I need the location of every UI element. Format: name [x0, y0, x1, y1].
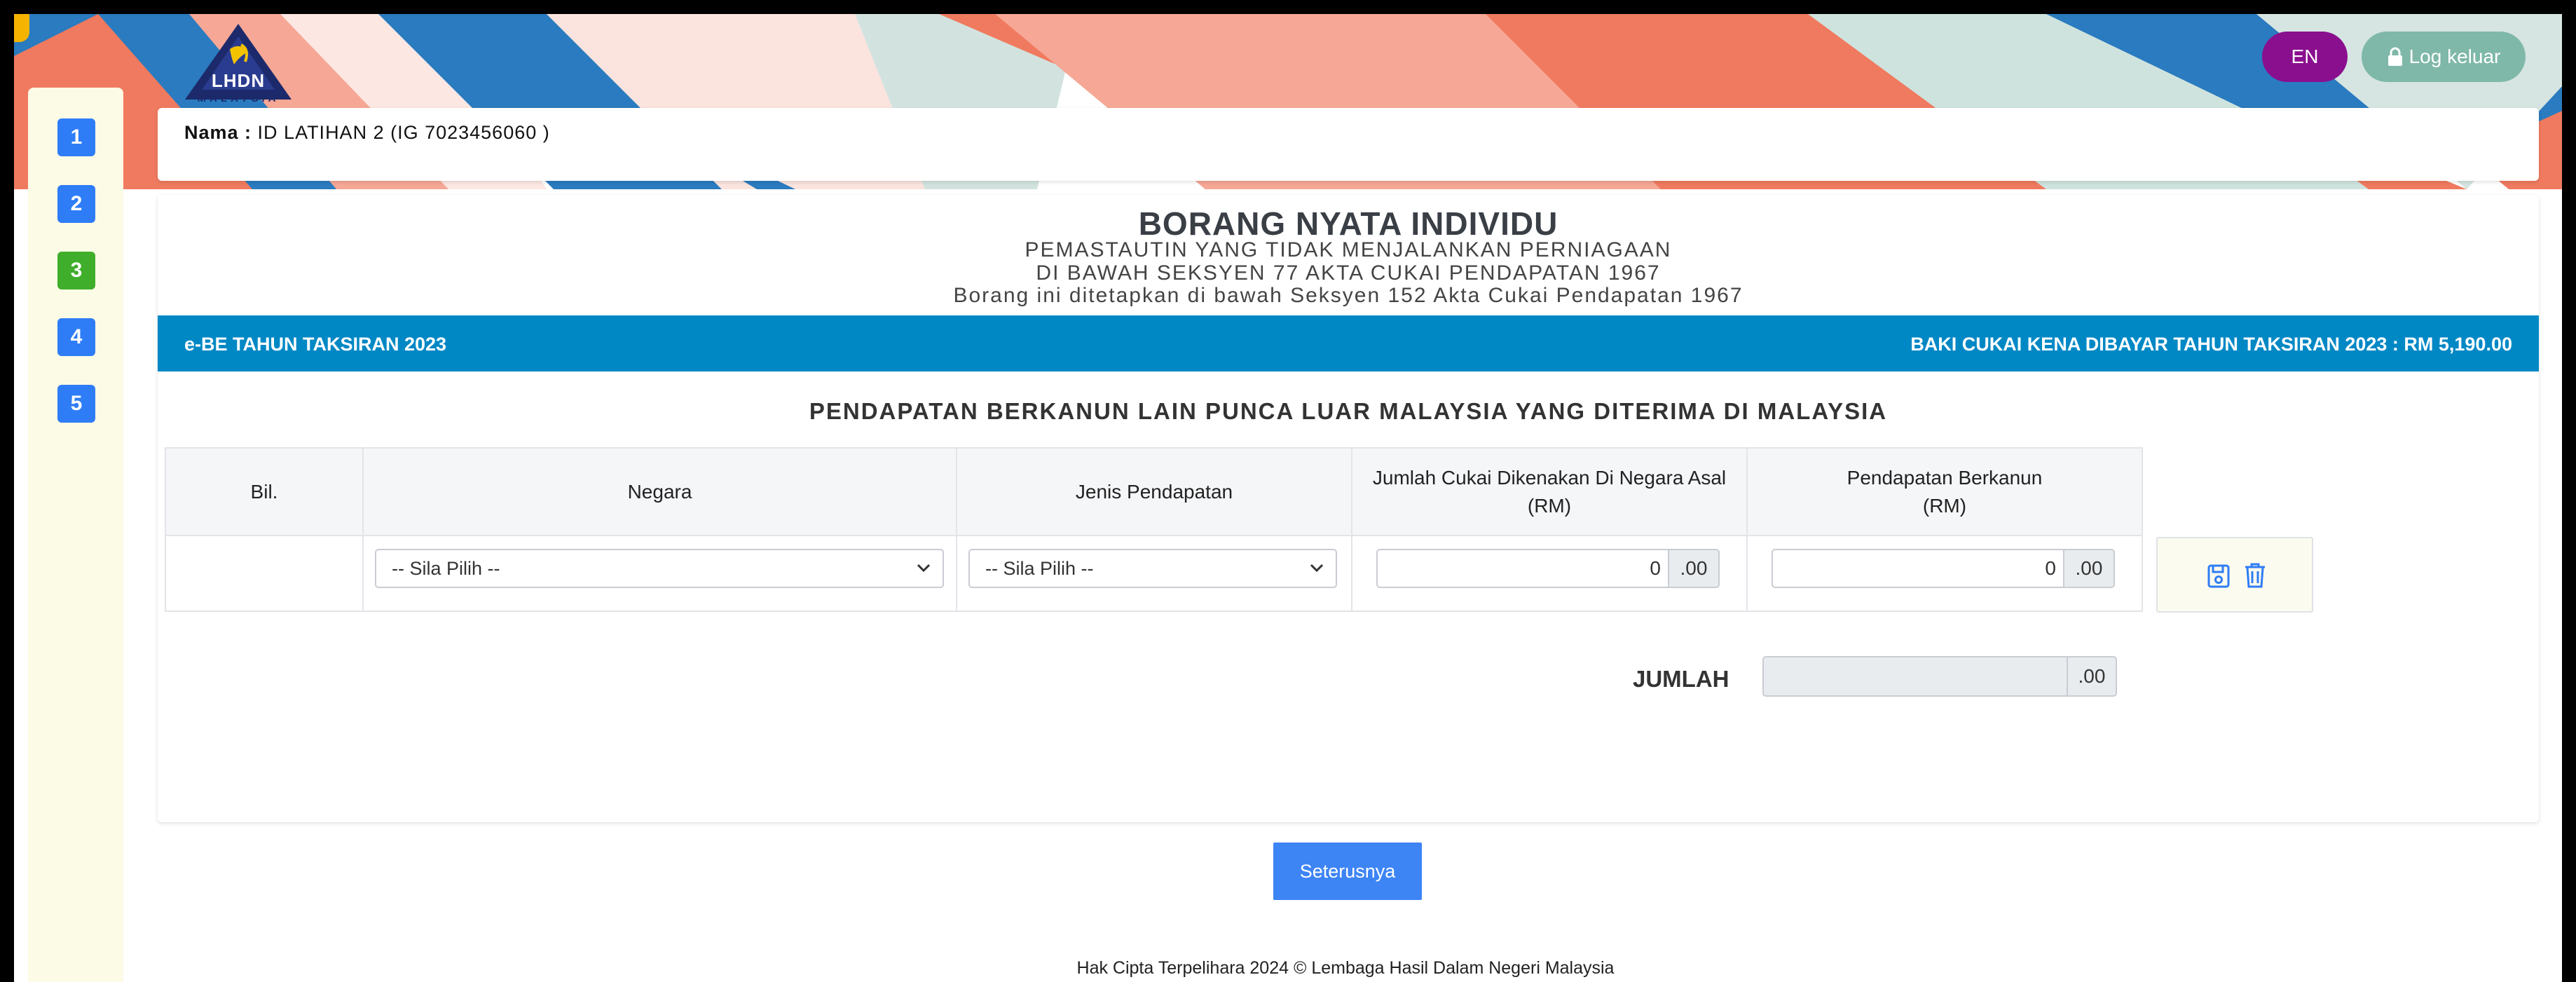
table-header-row: Bil. Negara Jenis Pendapatan Jumlah Cuka…: [165, 447, 2143, 536]
assessment-year-label: e-BE TAHUN TAKSIRAN 2023: [184, 334, 447, 355]
step-3[interactable]: 3: [57, 252, 95, 289]
corner-marker: [14, 14, 29, 42]
col-header-jenis: Jenis Pendapatan: [956, 447, 1352, 536]
cukai-cents: .00: [1669, 549, 1720, 588]
form-card: BORANG NYATA INDIVIDU PEMASTAUTIN YANG T…: [158, 195, 2539, 822]
jenis-select-value: -- Sila Pilih --: [985, 558, 1094, 579]
pendapatan-amount-input[interactable]: 0: [1772, 549, 2064, 588]
step-1[interactable]: 1: [57, 118, 95, 156]
income-table: Bil. Negara Jenis Pendapatan Jumlah Cuka…: [165, 447, 2143, 612]
trash-icon[interactable]: [2243, 562, 2267, 589]
total-input: [1762, 656, 2068, 697]
form-subtitle-1: PEMASTAUTIN YANG TIDAK MENJALANKAN PERNI…: [1025, 238, 1672, 261]
col-header-pendapatan-line1: Pendapatan Berkanun: [1847, 466, 2043, 489]
lock-icon: [2387, 47, 2404, 67]
col-header-negara: Negara: [362, 447, 957, 536]
name-label: Nama :: [184, 122, 252, 143]
col-header-bil: Bil.: [165, 447, 364, 536]
form-subtitle-2: DI BAWAH SEKSYEN 77 AKTA CUKAI PENDAPATA…: [1036, 261, 1661, 285]
jenis-select[interactable]: -- Sila Pilih --: [968, 549, 1337, 588]
footer-copyright: Hak Cipta Terpelihara 2024 © Lembaga Has…: [1076, 958, 1615, 978]
negara-select[interactable]: -- Sila Pilih --: [375, 549, 944, 588]
cukai-amount-input[interactable]: 0: [1376, 549, 1669, 588]
profile-card: Nama : ID LATIHAN 2 (IG 7023456060 ): [158, 108, 2539, 181]
col-header-cukai: Jumlah Cukai Dikenakan Di Negara Asal (R…: [1351, 447, 1748, 536]
col-header-cukai-line2: (RM): [1527, 494, 1572, 517]
pendapatan-amount-group: 0 .00: [1772, 549, 2115, 588]
lhdn-logo: LHDN MALAYSIA: [181, 21, 296, 104]
step-2[interactable]: 2: [57, 185, 95, 223]
next-button[interactable]: Seterusnya: [1273, 843, 1422, 900]
cell-jenis: -- Sila Pilih --: [956, 535, 1352, 612]
chevron-down-icon: [1310, 564, 1324, 573]
logout-button[interactable]: Log keluar: [2362, 32, 2526, 82]
cukai-amount-group: 0 .00: [1376, 549, 1720, 588]
name-value: ID LATIHAN 2 (IG 7023456060 ): [257, 122, 550, 143]
total-group: .00: [1762, 656, 2117, 697]
negara-select-value: -- Sila Pilih --: [392, 558, 500, 579]
name-line: Nama : ID LATIHAN 2 (IG 7023456060 ): [184, 122, 550, 144]
save-icon[interactable]: [2207, 564, 2231, 589]
step-5[interactable]: 5: [57, 385, 95, 423]
section-title: PENDAPATAN BERKANUN LAIN PUNCA LUAR MALA…: [809, 398, 1888, 424]
cell-pendapatan: 0 .00: [1746, 535, 2143, 612]
app-window: LHDN MALAYSIA EN Log keluar 1 2 3 4 5 Na…: [0, 0, 2576, 982]
form-subtitle-3: Borang ini ditetapkan di bawah Seksyen 1…: [953, 284, 1743, 307]
logo-text: LHDN: [211, 70, 266, 91]
logo-subtext: MALAYSIA: [197, 93, 280, 104]
row-actions: [2156, 537, 2313, 613]
col-header-cukai-line1: Jumlah Cukai Dikenakan Di Negara Asal: [1372, 466, 1727, 489]
language-button[interactable]: EN: [2262, 32, 2348, 82]
step-4[interactable]: 4: [57, 318, 95, 356]
form-title: BORANG NYATA INDIVIDU: [1138, 205, 1558, 242]
total-label: JUMLAH: [1633, 666, 1729, 692]
cell-bil: [165, 535, 364, 612]
assessment-bar: e-BE TAHUN TAKSIRAN 2023 BAKI CUKAI KENA…: [158, 315, 2539, 371]
chevron-down-icon: [917, 564, 931, 573]
tax-balance-label: BAKI CUKAI KENA DIBAYAR TAHUN TAKSIRAN 2…: [1910, 334, 2512, 355]
step-sidebar: 1 2 3 4 5: [28, 88, 123, 982]
col-header-pendapatan-line2: (RM): [1922, 494, 1967, 517]
table-row: -- Sila Pilih -- -- Sila Pilih -- 0 .00 …: [165, 535, 2143, 612]
cell-cukai: 0 .00: [1351, 535, 1748, 612]
total-cents: .00: [2068, 656, 2117, 697]
cell-negara: -- Sila Pilih --: [362, 535, 957, 612]
pendapatan-cents: .00: [2064, 549, 2115, 588]
logout-label: Log keluar: [2409, 46, 2501, 67]
col-header-pendapatan: Pendapatan Berkanun (RM): [1746, 447, 2143, 536]
